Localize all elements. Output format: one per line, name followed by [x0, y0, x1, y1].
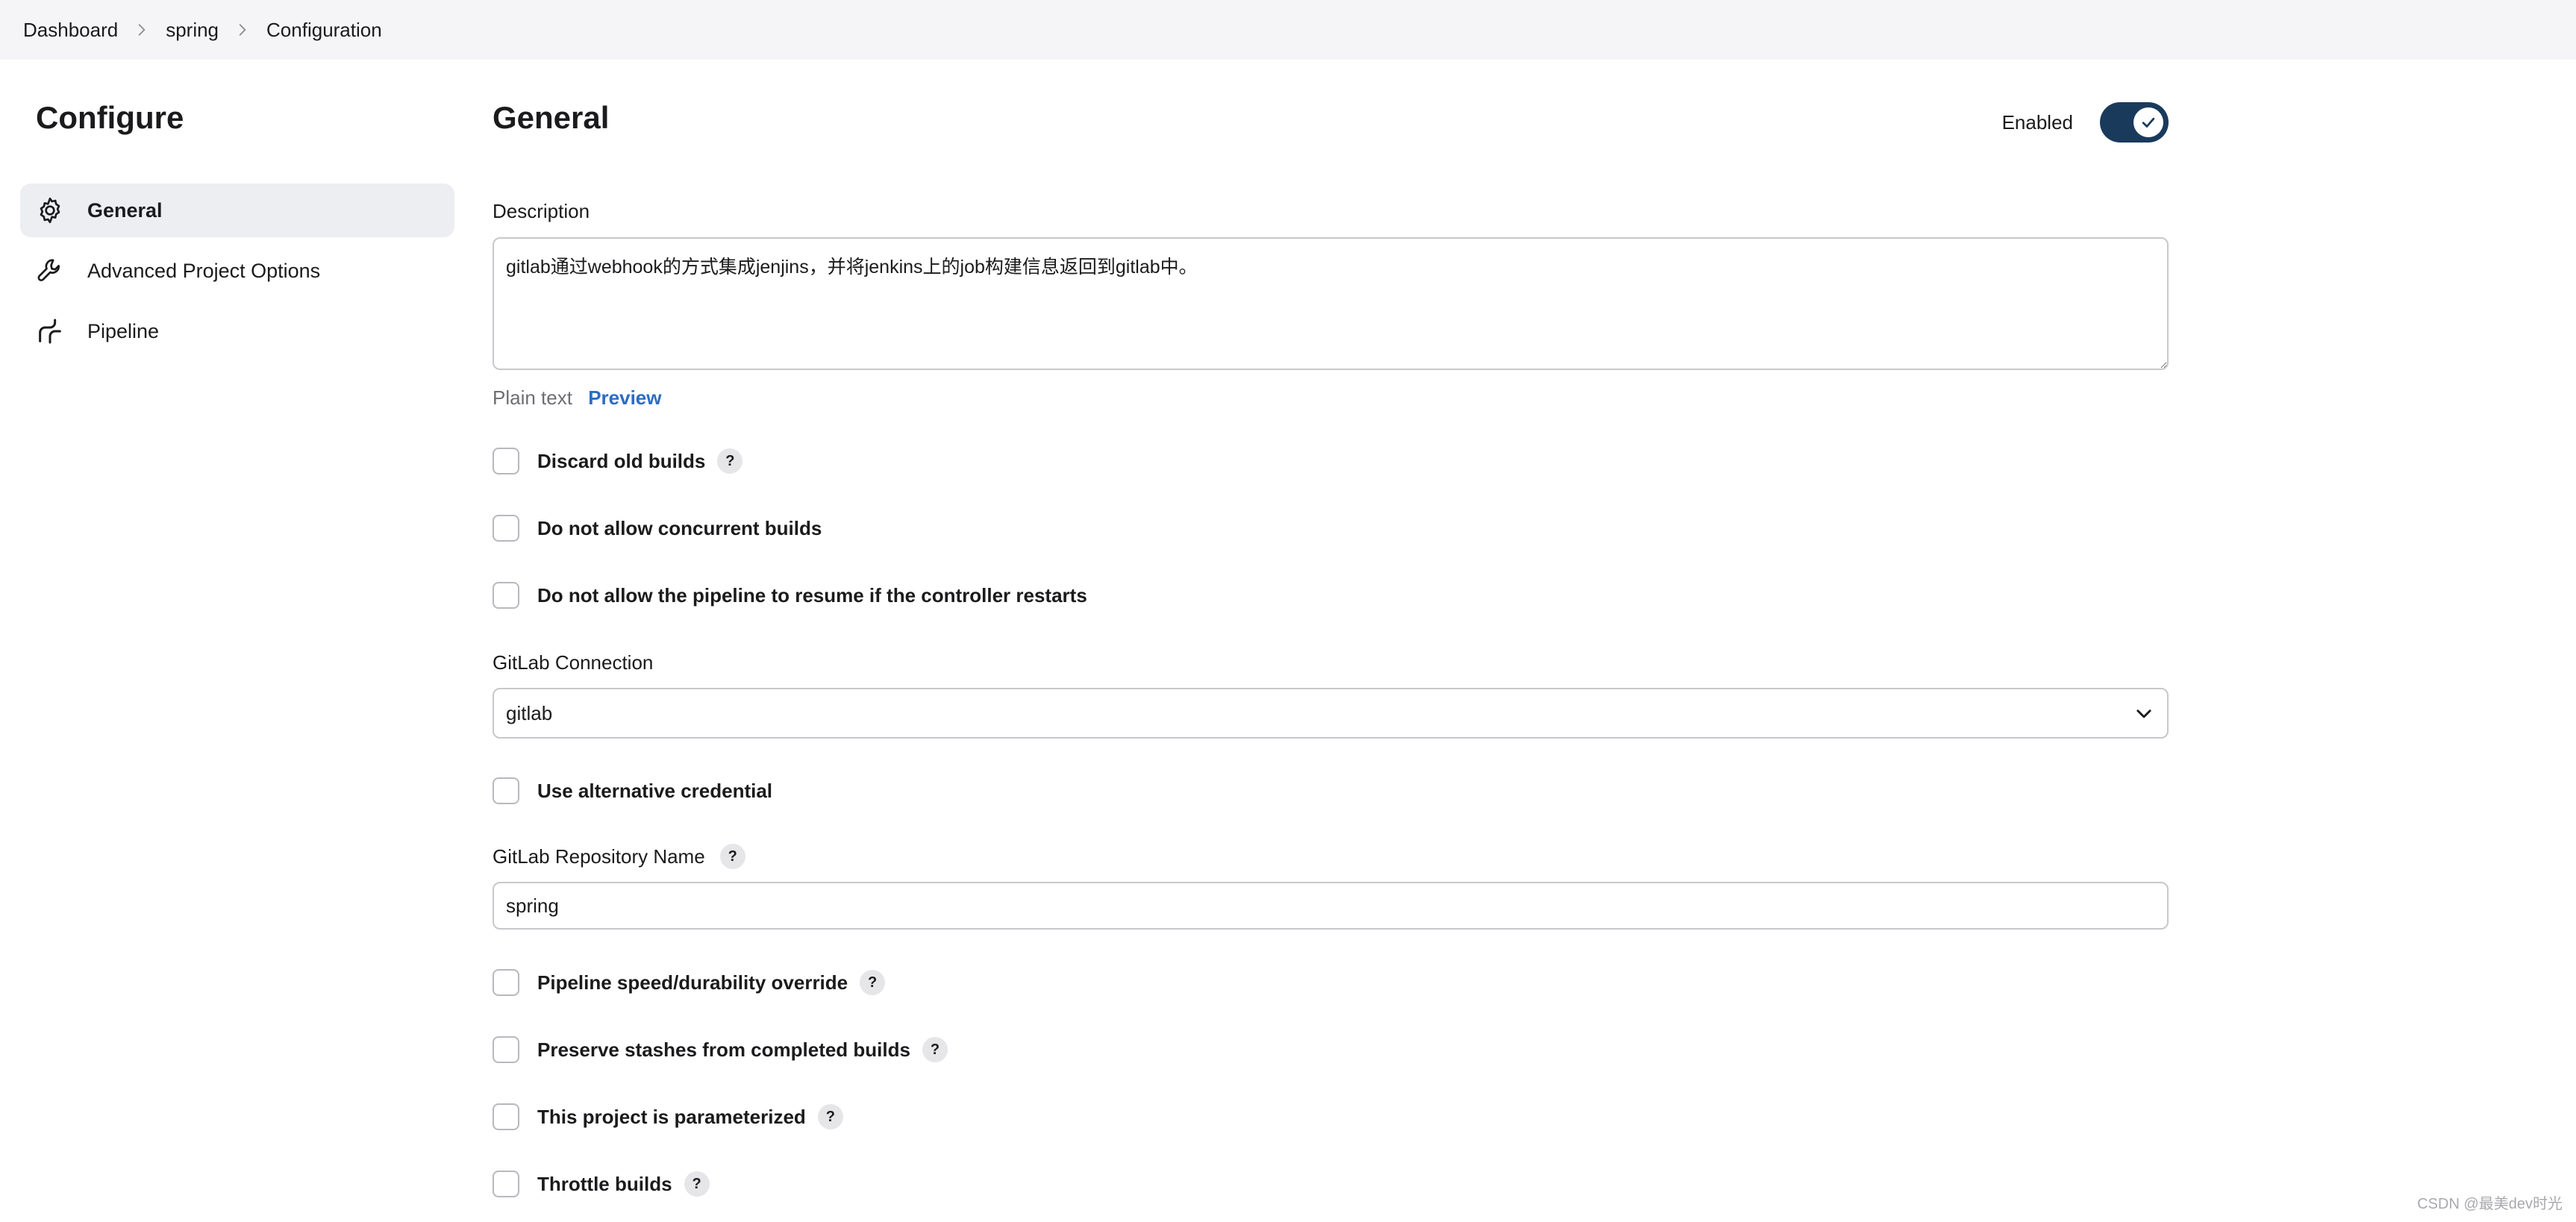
repo-name-value: spring	[506, 894, 559, 917]
option-label: This project is parameterized	[537, 1105, 806, 1128]
repo-name-input[interactable]: spring	[493, 882, 2169, 930]
sidebar-nav: General Advanced Project Options Pipelin…	[20, 184, 454, 365]
sidebar-item-label: Advanced Project Options	[87, 259, 321, 282]
main-panel: General Enabled Description gitlab通过webh…	[493, 0, 2169, 1222]
enabled-label: Enabled	[2001, 110, 2073, 134]
pipeline-speed-checkbox[interactable]	[493, 969, 519, 996]
option-label: Preserve stashes from completed builds	[537, 1038, 910, 1061]
text-mode-switch: Plain text Preview	[493, 386, 661, 410]
option-no-concurrent-builds: Do not allow concurrent builds	[493, 515, 822, 542]
alt-credential-checkbox[interactable]	[493, 777, 519, 804]
description-label: Description	[493, 200, 590, 222]
no-concurrent-builds-checkbox[interactable]	[493, 515, 519, 542]
chevron-right-icon	[118, 23, 166, 37]
chevron-down-icon	[2134, 704, 2154, 723]
option-parameterized: This project is parameterized ?	[493, 1103, 843, 1130]
repo-name-label-row: GitLab Repository Name ?	[493, 844, 745, 869]
breadcrumb-spring[interactable]: spring	[166, 19, 219, 42]
breadcrumb-configuration[interactable]: Configuration	[266, 19, 382, 42]
option-label: Throttle builds	[537, 1172, 672, 1195]
gitlab-connection-select[interactable]: gitlab	[493, 688, 2169, 739]
pipeline-icon	[35, 316, 65, 346]
repo-name-label: GitLab Repository Name	[493, 845, 705, 868]
option-throttle-builds: Throttle builds ?	[493, 1171, 710, 1197]
parameterized-checkbox[interactable]	[493, 1103, 519, 1130]
toggle-knob	[2133, 107, 2163, 137]
help-icon[interactable]: ?	[922, 1037, 948, 1062]
sidebar-item-pipeline[interactable]: Pipeline	[20, 304, 454, 358]
preserve-stashes-checkbox[interactable]	[493, 1036, 519, 1063]
help-icon[interactable]: ?	[717, 448, 743, 474]
option-label: Discard old builds	[537, 449, 706, 472]
sidebar-title: Configure	[36, 100, 184, 135]
sidebar-item-advanced-project-options[interactable]: Advanced Project Options	[20, 244, 454, 298]
option-label: Do not allow the pipeline to resume if t…	[537, 583, 1087, 607]
sidebar-item-label: Pipeline	[87, 319, 160, 342]
check-icon	[2140, 114, 2157, 131]
help-icon[interactable]: ?	[684, 1171, 710, 1197]
option-label: Pipeline speed/durability override	[537, 971, 848, 994]
sidebar-item-general[interactable]: General	[20, 184, 454, 237]
enabled-control: Enabled	[2002, 102, 2169, 142]
help-icon[interactable]: ?	[860, 970, 886, 995]
gitlab-connection-label: GitLab Connection	[493, 651, 654, 674]
option-discard-old-builds: Discard old builds ?	[493, 448, 743, 474]
discard-old-builds-checkbox[interactable]	[493, 448, 519, 474]
watermark: CSDN @最美dev时光	[2417, 1196, 2563, 1212]
breadcrumb-dashboard[interactable]: Dashboard	[23, 19, 118, 42]
preview-link[interactable]: Preview	[588, 386, 661, 409]
gear-icon	[35, 195, 65, 225]
help-icon[interactable]: ?	[719, 844, 745, 869]
option-label: Do not allow concurrent builds	[537, 516, 822, 539]
no-resume-checkbox[interactable]	[493, 582, 519, 609]
page-title: General	[493, 100, 610, 135]
sidebar-item-label: General	[87, 198, 163, 222]
option-alt-credential: Use alternative credential	[493, 777, 772, 804]
option-label: Use alternative credential	[537, 779, 773, 802]
wrench-icon	[35, 256, 65, 286]
option-no-resume: Do not allow the pipeline to resume if t…	[493, 582, 1087, 609]
description-textarea[interactable]: gitlab通过webhook的方式集成jenjins，并将jenkins上的j…	[493, 237, 2169, 370]
option-pipeline-speed: Pipeline speed/durability override ?	[493, 969, 886, 996]
throttle-builds-checkbox[interactable]	[493, 1171, 519, 1197]
selected-value: gitlab	[506, 701, 553, 724]
plain-text-label: Plain text	[493, 386, 572, 409]
option-preserve-stashes: Preserve stashes from completed builds ?	[493, 1036, 948, 1063]
help-icon[interactable]: ?	[817, 1104, 843, 1129]
chevron-right-icon	[219, 23, 266, 37]
enabled-toggle[interactable]	[2100, 102, 2169, 142]
